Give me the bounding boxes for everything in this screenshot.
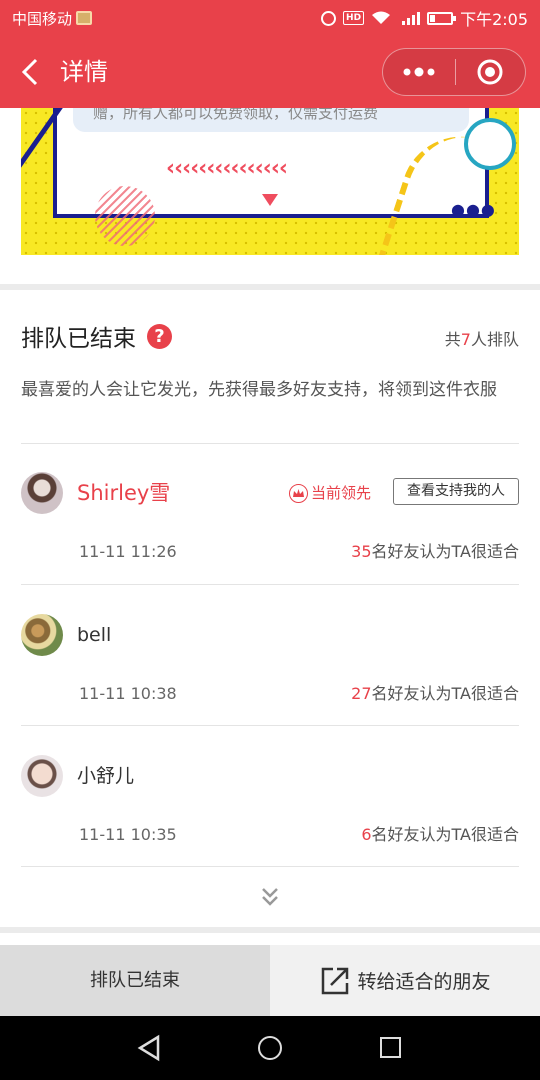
bottom-action-bar: 排队已结束 转给适合的朋友	[0, 945, 540, 1016]
share-to-friend-button[interactable]: 转给适合的朋友	[270, 945, 540, 1016]
crown-icon	[289, 483, 308, 503]
avatar	[21, 472, 63, 514]
queue-description: 最喜爱的人会让它发光，先获得最多好友支持，将领到这件衣服	[21, 380, 497, 400]
signal-4g-icon	[402, 12, 421, 25]
leading-badge: 当前领先	[289, 482, 371, 504]
entry-votes: 35名好友认为TA很适合	[351, 540, 519, 564]
banner-hatch-circle	[95, 186, 155, 246]
queue-count-suffix: 人排队	[470, 330, 519, 349]
divider	[21, 725, 519, 726]
more-dots-icon	[403, 67, 435, 77]
entry-name: bell	[77, 624, 112, 646]
entry-votes: 6名好友认为TA很适合	[361, 823, 519, 847]
nav-home-icon[interactable]	[258, 1036, 282, 1060]
entry-name: 小舒儿	[77, 765, 135, 787]
banner-chevrons: ‹‹‹‹‹‹‹‹‹‹‹‹‹‹‹	[166, 156, 288, 181]
page-title: 详情	[60, 58, 108, 86]
queue-count: 共7人排队	[445, 328, 519, 352]
entry-votes-count: 6	[361, 825, 372, 844]
status-right: HD 下午2:05	[321, 6, 528, 30]
share-label: 转给适合的朋友	[357, 971, 491, 993]
promo-banner: 赠，所有人都可以免费领取，仅需支付运费 ‹‹‹‹‹‹‹‹‹‹‹‹‹‹‹ ●●●	[21, 108, 519, 255]
entry-votes-count: 27	[351, 684, 372, 703]
mini-program-capsule	[382, 48, 526, 96]
banner-dots: ●●●	[451, 200, 496, 219]
wifi-icon	[372, 11, 391, 24]
system-nav-bar	[0, 1016, 540, 1080]
banner-text: 赠，所有人都可以免费领取，仅需支付运费	[73, 108, 469, 132]
queue-entry[interactable]: bell 11-11 10:38 27名好友认为TA很适合	[0, 614, 540, 754]
section-divider	[0, 927, 540, 933]
entry-votes-suffix: 名好友认为TA很适合	[371, 542, 519, 561]
entry-time: 11-11 10:38	[79, 684, 177, 703]
avatar	[21, 755, 63, 797]
entry-name: Shirley雪	[77, 481, 171, 505]
divider	[21, 866, 519, 867]
sim-card-icon	[76, 11, 93, 25]
entry-time: 11-11 10:35	[79, 825, 177, 844]
share-icon	[322, 967, 349, 994]
entry-votes-suffix: 名好友认为TA很适合	[371, 825, 519, 844]
queue-entry[interactable]: 小舒儿 11-11 10:35 6名好友认为TA很适合	[0, 755, 540, 895]
entry-votes-count: 35	[351, 542, 372, 561]
entry-votes: 27名好友认为TA很适合	[351, 682, 519, 706]
status-bar: 中国移动 HD 下午2:05	[0, 0, 540, 36]
queue-entry[interactable]: Shirley雪 当前领先 查看支持我的人 11-11 11:26 35名好友认…	[0, 472, 540, 612]
queue-count-prefix: 共	[444, 330, 461, 349]
nav-bar: 详情	[0, 36, 540, 108]
view-supporters-button[interactable]: 查看支持我的人	[393, 478, 519, 505]
divider	[21, 443, 519, 444]
banner-arrow-icon	[262, 194, 278, 206]
hd-icon: HD	[343, 11, 365, 25]
help-icon[interactable]: ?	[147, 324, 172, 349]
queue-title: 排队已结束	[21, 326, 136, 352]
more-icon[interactable]	[383, 49, 455, 95]
expand-more-icon[interactable]	[260, 886, 280, 908]
alarm-icon	[321, 10, 337, 26]
leading-label: 当前领先	[311, 484, 372, 502]
entry-votes-suffix: 名好友认为TA很适合	[371, 684, 519, 703]
close-icon[interactable]	[456, 49, 526, 95]
section-divider	[0, 284, 540, 290]
nav-recents-icon[interactable]	[380, 1037, 401, 1058]
divider	[21, 584, 519, 585]
carrier-name: 中国移动	[12, 9, 73, 28]
back-icon[interactable]	[18, 58, 42, 86]
avatar	[21, 614, 63, 656]
status-time: 下午2:05	[460, 10, 528, 29]
queue-ended-button[interactable]: 排队已结束	[0, 945, 270, 1016]
target-circle-icon	[477, 59, 503, 85]
queue-count-number: 7	[460, 330, 471, 349]
nav-back-icon[interactable]	[136, 1034, 164, 1062]
banner-ring	[464, 118, 516, 170]
status-left: 中国移动	[12, 8, 93, 29]
battery-icon	[427, 11, 457, 25]
entry-time: 11-11 11:26	[79, 542, 177, 561]
